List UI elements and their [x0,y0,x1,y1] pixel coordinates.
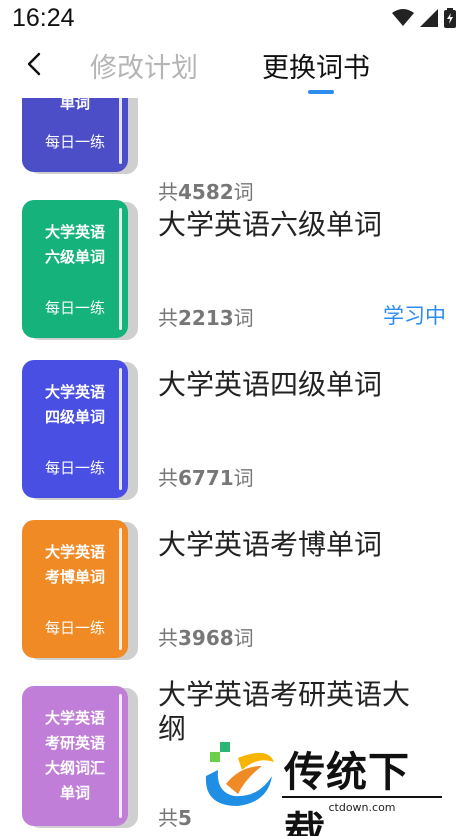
word-count: 共3968词 [158,626,254,650]
signal-icon [420,9,438,27]
book-item-phd[interactable]: 大学英语 考博单词 每日一练 大学英语考博单词 共3968词 [0,520,470,670]
book-cover: 大学英语 六级单词 每日一练 [22,200,138,340]
cover-front: 大学英语 考研英语 大纲词汇 单词 [22,686,128,826]
active-tab-indicator [308,90,334,94]
status-icons [392,8,456,28]
watermark-text: 传统下载 [284,748,410,836]
book-name: 大学英语六级单词 [158,208,383,241]
book-cover: 大学英语 考博单词 每日一练 [22,520,138,660]
book-list[interactable]: 专业四级 单词 每日一练 共4582词 大学英语 六级单词 每日一练 大学英语六… [0,98,470,836]
cover-title: 大学英语 四级单词 [44,383,105,426]
book-cover: 大学英语 考研英语 大纲词汇 单词 [22,686,138,828]
cover-subtitle: 每日一练 [44,459,105,477]
wifi-icon [392,9,414,26]
status-time: 16:24 [12,4,75,32]
book-name: 大学英语考博单词 [158,528,383,561]
tab-modify-plan[interactable]: 修改计划 [90,46,198,85]
book-cover: 专业四级 单词 每日一练 [22,98,138,174]
book-item-professional-four[interactable]: 专业四级 单词 每日一练 共4582词 [0,98,470,210]
book-item-cet6[interactable]: 大学英语 六级单词 每日一练 大学英语六级单词 共2213词 学习中 [0,200,470,350]
cover-title: 大学英语 六级单词 [44,223,105,266]
status-bar: 16:24 [0,0,470,38]
cover-front: 专业四级 单词 每日一练 [22,98,128,172]
cover-title: 大学英语 考博单词 [44,543,105,586]
chevron-left-icon [27,52,41,76]
back-button[interactable] [18,48,50,80]
cover-title: 专业四级 单词 [59,98,90,112]
cover-subtitle: 每日一练 [44,133,105,151]
word-count: 共6771词 [158,466,254,490]
cover-front: 大学英语 六级单词 每日一练 [22,200,128,338]
book-cover: 大学英语 四级单词 每日一练 [22,360,138,500]
cover-subtitle: 每日一练 [44,619,105,637]
tab-change-book[interactable]: 更换词书 [262,46,370,85]
cover-subtitle: 每日一练 [44,299,105,317]
book-name: 大学英语四级单词 [158,368,383,401]
watermark-logo-icon [205,742,274,806]
word-count: 共5 [158,806,192,830]
watermark-url: ctdown.com [282,796,442,814]
learning-status-badge: 学习中 [383,304,446,328]
cover-front: 大学英语 考博单词 每日一练 [22,520,128,658]
cover-front: 大学英语 四级单词 每日一练 [22,360,128,498]
book-item-cet4[interactable]: 大学英语 四级单词 每日一练 大学英语四级单词 共6771词 [0,360,470,510]
word-count: 共2213词 [158,306,254,330]
cover-title: 大学英语 考研英语 大纲词汇 单词 [44,709,105,802]
battery-icon [444,8,456,28]
watermark: 传统下载 ctdown.com [198,736,448,836]
nav-bar: 修改计划 更换词书 [0,38,470,98]
